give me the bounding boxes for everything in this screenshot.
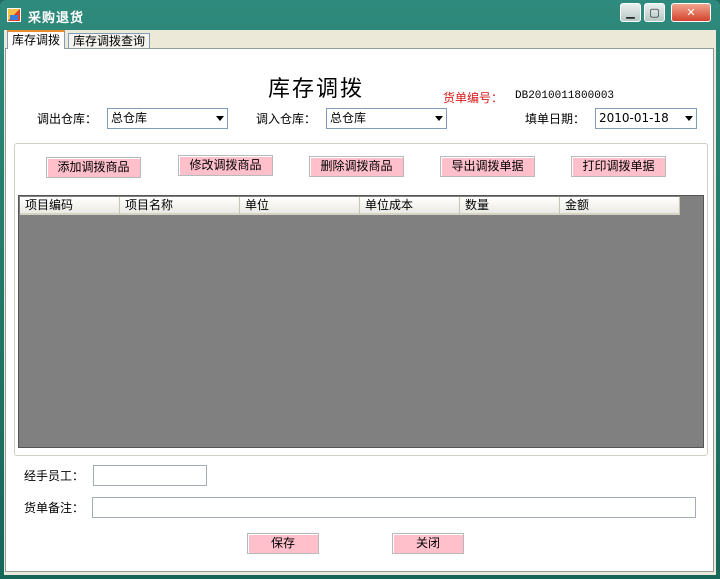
column-header-item-code[interactable]: 项目编码 [20, 197, 120, 215]
tab-stock-transfer[interactable]: 库存调拨 [7, 30, 66, 49]
minimize-icon: ▁ [626, 6, 635, 19]
close-window-button[interactable]: ✕ [671, 3, 711, 22]
column-header-quantity[interactable]: 数量 [460, 197, 560, 215]
order-number-value: DB2010011800003 [515, 90, 615, 102]
column-header-item-name[interactable]: 项目名称 [120, 197, 240, 215]
delete-transfer-item-button[interactable]: 删除调拨商品 [309, 156, 404, 177]
edit-transfer-item-button[interactable]: 修改调拨商品 [178, 155, 273, 176]
title-bar[interactable]: 采购退货 ▁ ▢ ✕ [0, 0, 720, 30]
maximize-icon: ▢ [649, 6, 660, 19]
add-transfer-item-button[interactable]: 添加调拨商品 [46, 157, 141, 178]
date-label: 填单日期： [525, 112, 586, 126]
export-transfer-document-button[interactable]: 导出调拨单据 [440, 156, 535, 177]
app-icon [7, 8, 21, 22]
handler-label: 经手员工： [24, 469, 85, 483]
remark-input[interactable] [92, 497, 696, 518]
client-area: 库存调拨 库存调拨查询 库存调拨 货单编号： DB2010011800003 调… [4, 30, 716, 575]
order-number-label: 货单编号： [443, 91, 504, 105]
column-header-unit[interactable]: 单位 [240, 197, 360, 215]
print-transfer-document-button[interactable]: 打印调拨单据 [571, 156, 666, 177]
chevron-down-icon[interactable] [216, 116, 224, 121]
out-warehouse-select[interactable]: 总仓库 [107, 108, 228, 129]
out-warehouse-value: 总仓库 [111, 111, 148, 125]
tab-stock-transfer-query[interactable]: 库存调拨查询 [68, 33, 151, 49]
in-warehouse-value: 总仓库 [330, 111, 367, 125]
column-header-unit-cost[interactable]: 单位成本 [360, 197, 460, 215]
handler-input[interactable] [93, 465, 207, 486]
remark-label: 货单备注： [24, 501, 85, 515]
minimize-button[interactable]: ▁ [620, 3, 641, 22]
close-button[interactable]: 关闭 [392, 533, 464, 554]
app-window: 采购退货 ▁ ▢ ✕ 库存调拨 库存调拨查询 库存调拨 货单编号： DB2010… [0, 0, 720, 579]
page-title: 库存调拨 [268, 77, 365, 102]
window-title: 采购退货 [28, 11, 85, 26]
close-icon: ✕ [686, 6, 696, 19]
in-warehouse-select[interactable]: 总仓库 [326, 108, 447, 129]
column-header-amount[interactable]: 金额 [560, 197, 680, 215]
out-warehouse-label: 调出仓库： [37, 112, 98, 126]
date-picker[interactable]: 2010-01-18 [595, 108, 697, 129]
save-button[interactable]: 保存 [247, 533, 319, 554]
items-table[interactable]: 项目编码 项目名称 单位 单位成本 数量 金额 [18, 195, 704, 448]
tab-panel: 库存调拨 货单编号： DB2010011800003 调出仓库： 总仓库 调入仓… [5, 48, 714, 572]
in-warehouse-label: 调入仓库： [256, 112, 317, 126]
maximize-button[interactable]: ▢ [644, 3, 665, 22]
date-value: 2010-01-18 [599, 111, 669, 125]
chevron-down-icon[interactable] [685, 116, 693, 121]
chevron-down-icon[interactable] [435, 116, 443, 121]
